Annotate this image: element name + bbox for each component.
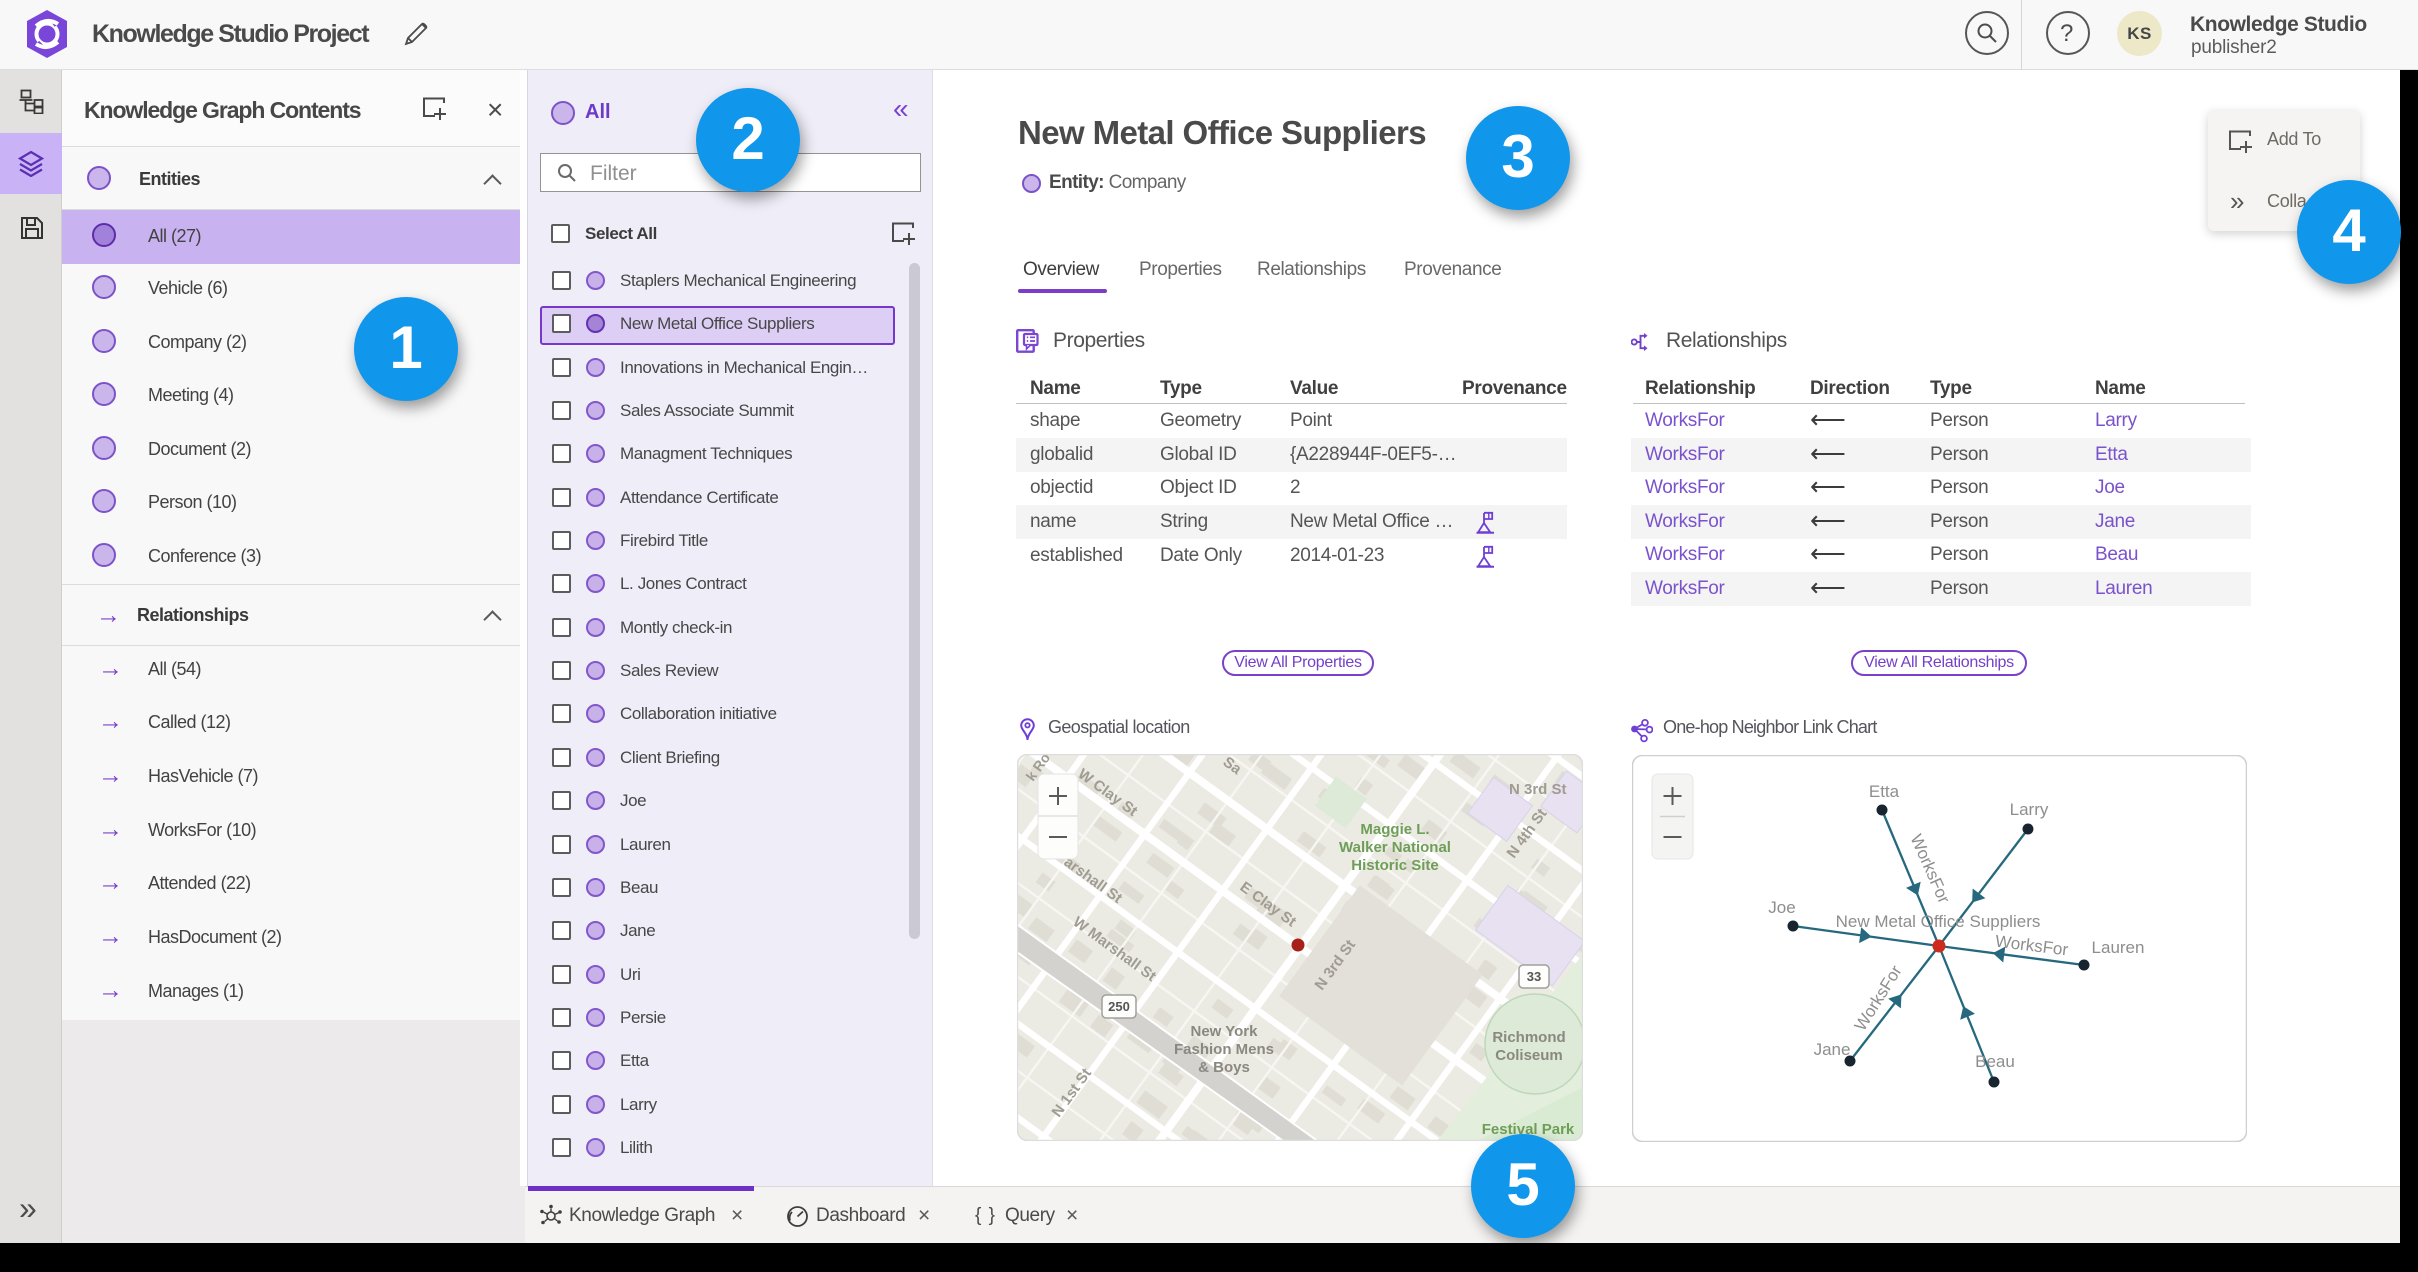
svg-text:N 3rd St: N 3rd St [1509,781,1567,798]
svg-text:Jane: Jane [1814,1040,1851,1059]
svg-text:Beau: Beau [1975,1052,2015,1071]
svg-text:Joe: Joe [1768,898,1795,917]
svg-text:Lauren: Lauren [2092,938,2145,957]
svg-text:Coliseum: Coliseum [1495,1047,1563,1064]
svg-text:Walker National: Walker National [1339,839,1451,856]
svg-text:33: 33 [1527,969,1541,984]
svg-text:Maggie L.: Maggie L. [1360,821,1429,838]
svg-text:Larry: Larry [2010,800,2049,819]
svg-text:Etta: Etta [1869,782,1900,801]
svg-text:Richmond: Richmond [1492,1029,1565,1046]
svg-text:New Metal Office Suppliers: New Metal Office Suppliers [1836,912,2041,931]
svg-text:Fashion Mens: Fashion Mens [1174,1041,1274,1058]
svg-text:& Boys: & Boys [1198,1059,1250,1076]
svg-text:250: 250 [1108,999,1130,1014]
svg-text:Historic Site: Historic Site [1351,857,1439,874]
svg-text:New York: New York [1191,1023,1259,1040]
